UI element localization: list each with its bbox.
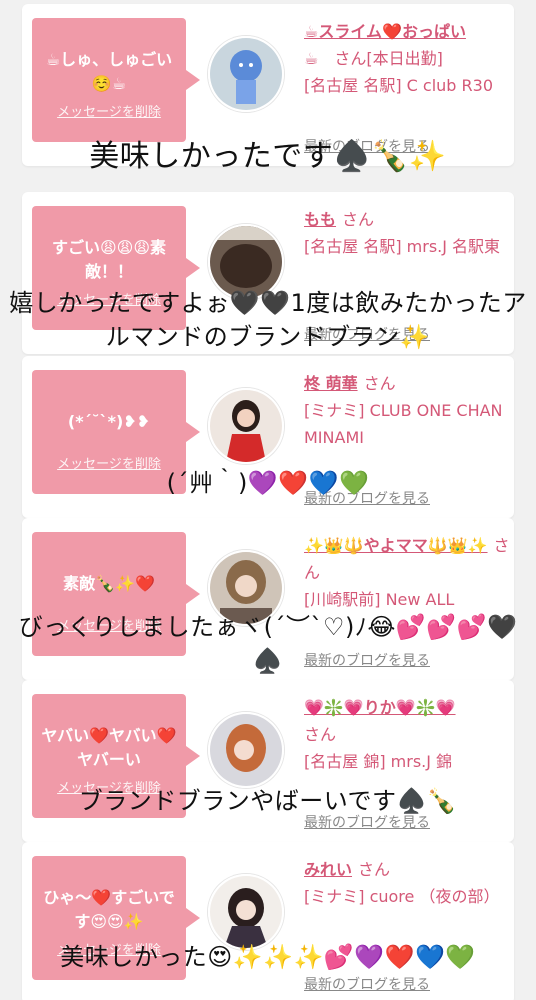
overlay-caption: 美味しかったです♠️🍾✨ [89,139,447,174]
cast-location: [川崎駅前] New ALL [304,590,455,609]
cast-name-link[interactable]: 💗❇️💗りか💗❇️💗 [304,698,456,717]
cast-info: ☕スライム❤️おっぱい ☕ さん[本日出勤] [名古屋 名駅] C club R… [304,18,510,99]
message-card: ひゃ〜❤️すごいです😍😍✨ メッセージを削除 みれい さん [ミナミ] cuore… [22,842,514,1000]
cast-name-link[interactable]: ☕スライム❤️おっぱい [304,22,466,41]
avatar[interactable] [208,36,284,112]
delete-message-link[interactable]: メッセージを削除 [32,101,186,120]
cast-suffix: さん [358,860,391,879]
cast-info: ✨👑🔱やよママ🔱👑✨ さん [川崎駅前] New ALL [304,532,510,613]
cast-info: もも さん [名古屋 名駅] mrs.J 名駅東 [304,206,510,260]
cast-info: みれい さん [ミナミ] cuore （夜の部） [304,856,510,910]
cast-location: [名古屋 錦] mrs.J 錦 [304,752,453,771]
overlay-caption: びっくりしましたぁヾ(´︶`♡)ﾉ😂💕💕💕🖤♠️ [18,613,518,675]
latest-blog-link[interactable]: 最新のブログを見る [304,974,430,994]
cast-location: [名古屋 名駅] mrs.J 名駅東 [304,237,501,256]
cast-name-link[interactable]: もも [304,210,336,229]
cast-suffix: さん [363,374,396,393]
cast-info: 柊 萌華 さん [ミナミ] CLUB ONE CHAN MINAMI [304,370,510,451]
message-text: (*ˊ˘ˋ*)❥❥ [67,412,151,431]
cast-location: [ミナミ] cuore （夜の部） [304,887,500,906]
overlay-caption: 嬉しかったですよぉ🖤🖤1度は飲みたかったアルマンドのブランドブラン✨ [9,289,527,351]
cast-suffix: さん [342,210,375,229]
message-text: 素敵🍾✨❤️ [63,574,155,593]
overlay-caption: (´艸｀)💜❤️💙💚 [166,469,370,497]
cast-name-link[interactable]: みれい [304,860,352,879]
cast-location: [名古屋 名駅] C club R30 [304,76,494,95]
overlay-caption: 美味しかった😍✨✨✨💕💜❤️💙💚 [60,943,476,971]
message-text: ☕しゅ、しゅごい☺️☕ [45,50,173,93]
avatar[interactable] [208,388,284,464]
cast-suffix: さん [304,725,337,744]
avatar[interactable] [208,712,284,788]
message-bubble: ☕しゅ、しゅごい☺️☕ メッセージを削除 [32,18,200,142]
cast-name-link[interactable]: 柊 萌華 [304,374,358,393]
cast-location: [ミナミ] CLUB ONE CHAN MINAMI [304,401,503,447]
message-text: ひゃ〜❤️すごいです😍😍✨ [43,888,175,931]
avatar[interactable] [208,874,284,950]
cast-name-link[interactable]: ✨👑🔱やよママ🔱👑✨ [304,536,488,555]
cast-status: ☕ さん[本日出勤] [304,49,443,68]
message-text: すごい😩😩😩素敵！！ [51,238,167,281]
message-feed: ☕しゅ、しゅごい☺️☕ メッセージを削除 ☕スライム❤️おっぱい ☕ さん[本日… [0,0,536,1000]
message-text: ヤバい❤️ヤバい❤️ヤバーい [41,726,177,769]
cast-info: 💗❇️💗りか💗❇️💗 さん [名古屋 錦] mrs.J 錦 [304,694,510,775]
overlay-caption: ブランドブランやばーいです♠️🍾 [78,787,458,815]
